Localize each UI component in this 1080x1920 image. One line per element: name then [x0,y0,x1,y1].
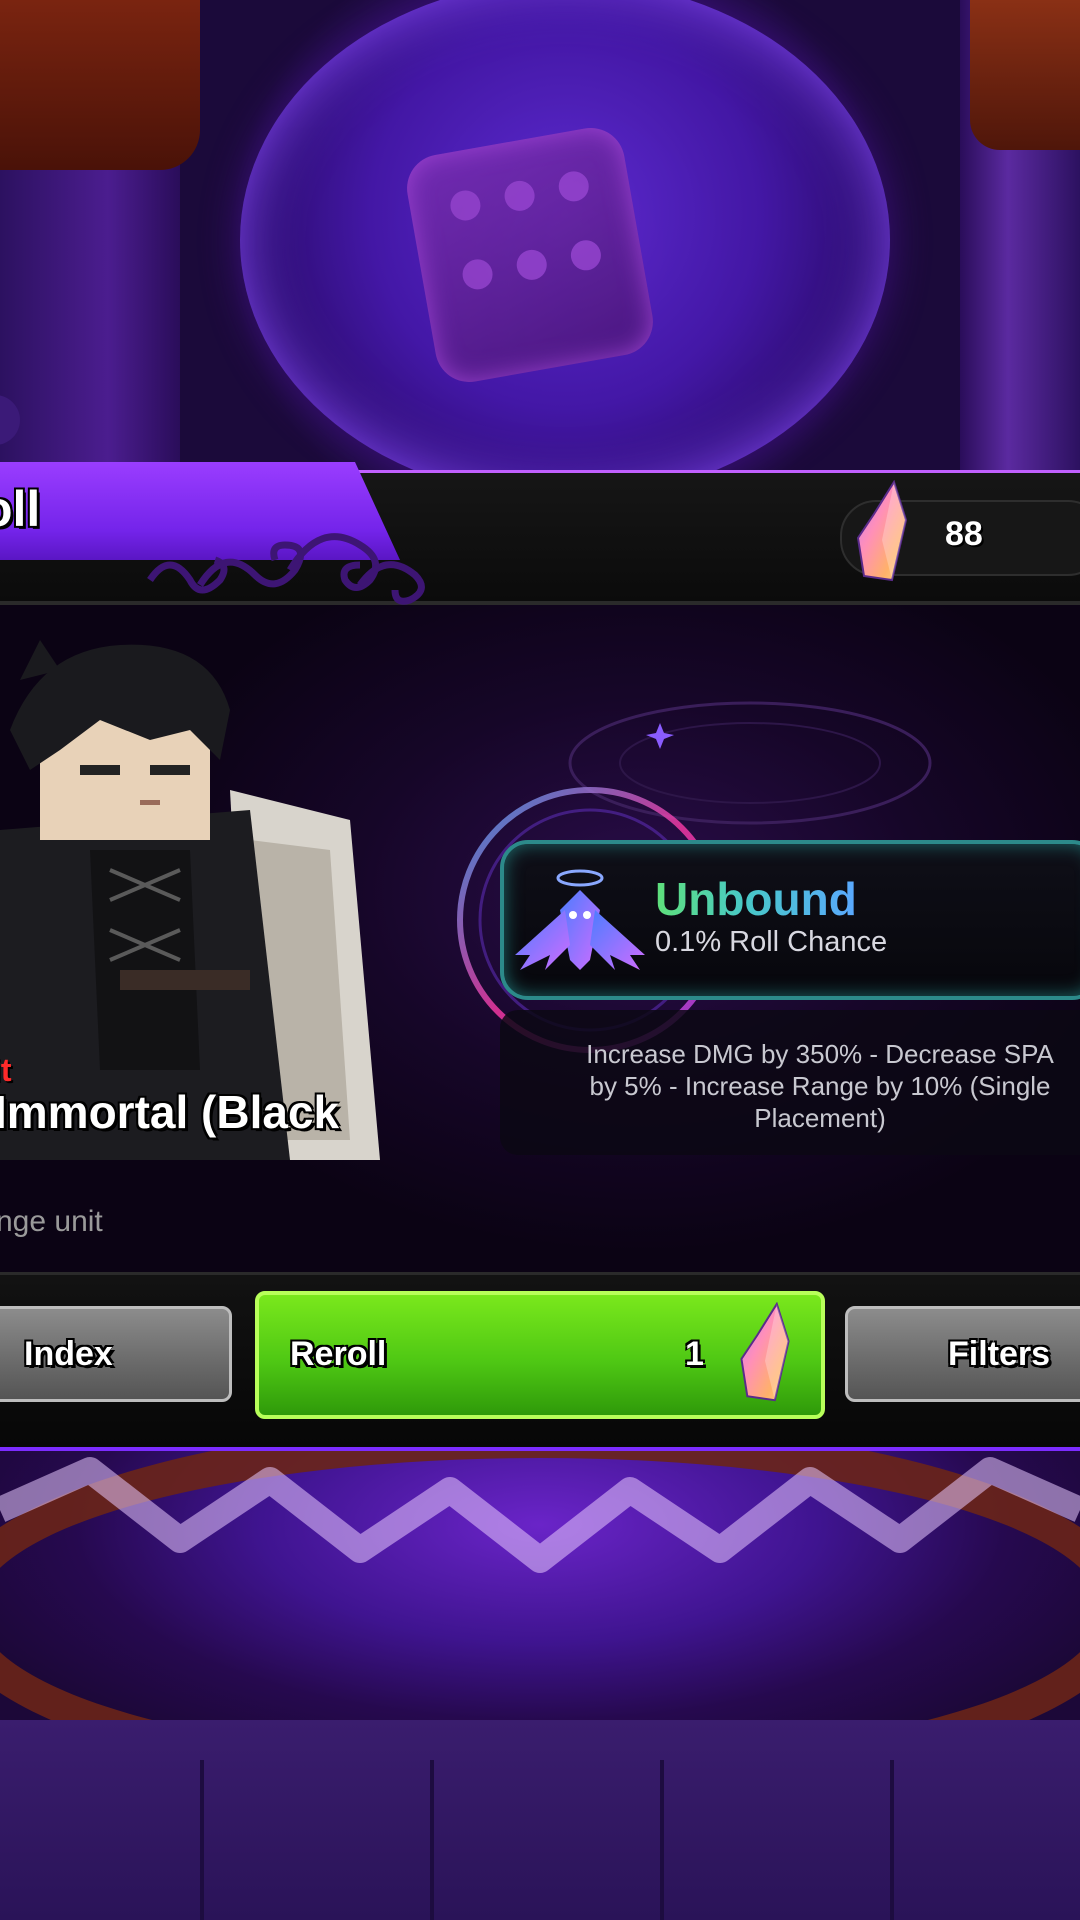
swirl-ornament [147,533,425,605]
index-button-label: Index [24,1335,113,1373]
reroll-cost: 1 [685,1335,704,1373]
zigzag-glow [0,1457,1080,1573]
trait-description: Increase DMG by 350% - Decrease SPA by 5… [586,1039,1054,1133]
trait-name: Unbound [655,873,857,925]
right-pillar-cap [970,0,1080,150]
trait-roll-chance: 0.1% Roll Chance [655,926,888,958]
panel-title: oll [0,481,41,537]
crystal-icon [740,1302,790,1402]
crystal-icon [856,480,908,582]
left-pillar-cap [0,0,200,170]
reroll-button-label: Reroll [290,1335,387,1373]
dice-decoration [401,122,659,388]
unit-type: nge unit [0,1205,103,1238]
currency-amount: 88 [945,515,983,553]
unit-rarity: it [0,1052,12,1088]
unit-name: Immortal (Black [0,1086,340,1138]
winged-crest-icon [515,869,645,970]
filters-button-label: Filters [948,1335,1051,1373]
floor-tiles [0,1720,1080,1920]
